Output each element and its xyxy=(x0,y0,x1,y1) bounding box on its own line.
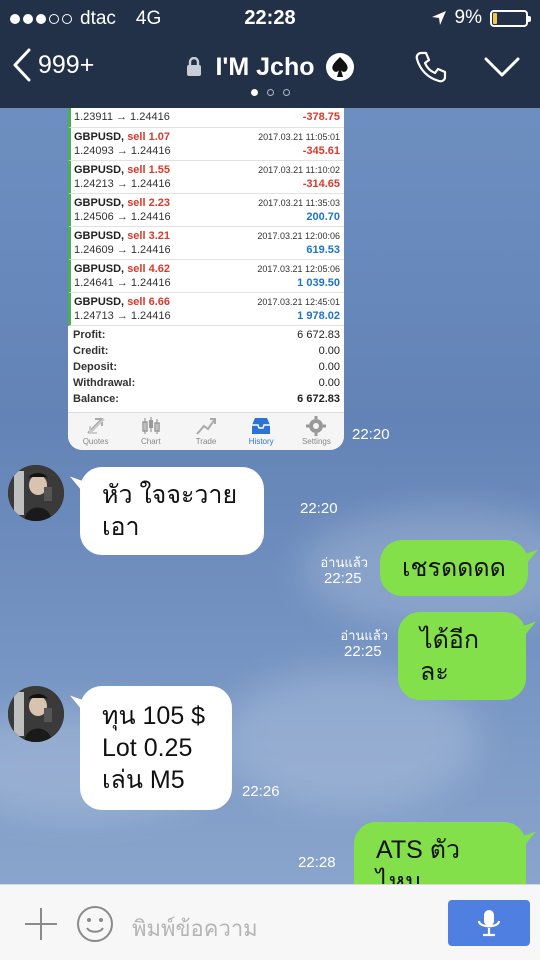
message-input-bar: พิมพ์ข้อความ xyxy=(0,884,540,960)
trade-date: 2017.03.21 12:05:06 xyxy=(257,264,340,274)
summary-row: Deposit: 0.00 xyxy=(73,361,340,373)
app-tab-bar: Quotes Chart Trade History Settings xyxy=(68,412,344,450)
message-line: Lot 0.25 xyxy=(102,734,193,762)
shared-screenshot[interactable]: 1.23911 → 1.24416 -378.75 GBPUSD, sell 1… xyxy=(68,108,344,450)
trade-row: GBPUSD, sell 3.21 2017.03.21 12:00:06 1.… xyxy=(68,227,344,260)
message-time: 22:25 xyxy=(344,643,382,660)
trade-symbol: GBPUSD, sell 6.66 xyxy=(74,296,171,308)
tab-quotes: Quotes xyxy=(68,413,123,450)
battery-icon xyxy=(490,9,531,27)
trade-symbol: GBPUSD, sell 1.55 xyxy=(74,164,171,176)
phone-icon xyxy=(415,51,447,83)
message-time: 22:25 xyxy=(324,570,362,587)
trade-row: GBPUSD, sell 2.23 2017.03.21 11:35:03 1.… xyxy=(68,194,344,227)
battery-percent: 9% xyxy=(454,7,482,28)
summary-row: Balance: 6 672.83 xyxy=(73,393,340,405)
profile-photo-icon xyxy=(8,686,64,742)
account-summary: Profit: 6 672.83 Credit: 0.00 Deposit: 0.00… xyxy=(68,326,344,409)
avatar[interactable] xyxy=(8,465,64,521)
trade-date: 2017.03.21 11:35:03 xyxy=(258,198,340,208)
trade-icon xyxy=(196,418,216,435)
chat-title-text: I'M Jcho xyxy=(215,52,315,81)
trade-pnl: 619.53 xyxy=(306,244,340,256)
message-time: 22:26 xyxy=(242,783,280,800)
trade-price: 1.23911 → 1.24416 xyxy=(74,111,170,123)
message-line: เล่น M5 xyxy=(102,766,185,794)
trade-price: 1.24506 → 1.24416 xyxy=(74,211,171,223)
menu-toggle-button[interactable] xyxy=(484,56,520,83)
outgoing-message[interactable]: เชรดดดด xyxy=(380,540,528,596)
trade-date: 2017.03.21 12:00:06 xyxy=(257,231,340,241)
trade-symbol: GBPUSD, sell 1.07 xyxy=(74,131,171,143)
status-right: 9% xyxy=(431,7,531,29)
emoji-icon xyxy=(77,906,113,942)
chat-area[interactable]: 1.23911 → 1.24416 -378.75 GBPUSD, sell 1… xyxy=(0,108,540,884)
summary-row: Withdrawal: 0.00 xyxy=(73,377,340,389)
trade-price: 1.24713 → 1.24416 xyxy=(74,310,171,322)
tab-trade: Trade xyxy=(178,413,233,450)
summary-row: Profit: 6 672.83 xyxy=(73,329,340,341)
call-button[interactable] xyxy=(414,50,448,89)
trade-date: 2017.03.21 12:45:01 xyxy=(257,297,340,307)
trade-price: 1.24641 → 1.24416 xyxy=(74,277,171,289)
location-arrow-icon xyxy=(431,11,446,25)
lock-icon xyxy=(186,57,201,77)
header: dtac 4G 22:28 9% 999+ I'M Jcho xyxy=(0,0,540,108)
history-icon xyxy=(252,418,271,434)
status-bar: dtac 4G 22:28 9% xyxy=(0,0,540,38)
tab-history: History xyxy=(234,413,289,450)
outgoing-message[interactable]: ได้อีกละ xyxy=(398,612,526,700)
message-input[interactable]: พิมพ์ข้อความ xyxy=(132,911,258,946)
trade-symbol: GBPUSD, sell 2.23 xyxy=(74,197,171,209)
incoming-message[interactable]: หัว ใจจะวายเอา xyxy=(80,467,264,555)
trade-row: GBPUSD, sell 1.07 2017.03.21 11:05:01 1.… xyxy=(68,128,344,161)
trade-pnl: 200.70 xyxy=(306,211,340,223)
trade-price: 1.24609 → 1.24416 xyxy=(74,244,171,256)
summary-row: Credit: 0.00 xyxy=(73,345,340,357)
outgoing-message[interactable]: ATS ตัวไหน xyxy=(354,822,526,884)
nav-bar: 999+ I'M Jcho xyxy=(0,38,540,108)
page-dot xyxy=(250,89,258,96)
trade-row: 1.23911 → 1.24416 -378.75 xyxy=(68,108,344,128)
trade-pnl: -378.75 xyxy=(302,111,340,123)
trade-row: GBPUSD, sell 6.66 2017.03.21 12:45:01 1.… xyxy=(68,293,344,326)
message-time: 22:28 xyxy=(298,854,336,871)
gear-icon xyxy=(306,416,327,436)
trade-price: 1.24213 → 1.24416 xyxy=(74,178,171,190)
add-attachment-button[interactable] xyxy=(24,907,58,946)
plus-icon xyxy=(25,908,57,940)
emoji-button[interactable] xyxy=(76,905,114,948)
voice-message-button[interactable] xyxy=(448,900,530,946)
trade-pnl: -314.65 xyxy=(302,178,340,190)
page-indicator xyxy=(0,89,540,96)
incoming-message[interactable]: ทุน 105 $ Lot 0.25 เล่น M5 xyxy=(80,686,232,810)
chart-icon xyxy=(142,417,160,434)
page-dot xyxy=(266,89,274,96)
trade-symbol: GBPUSD, sell 4.62 xyxy=(74,263,171,275)
trade-row: GBPUSD, sell 1.55 2017.03.21 11:10:02 1.… xyxy=(68,161,344,194)
trade-pnl: 1 039.50 xyxy=(297,277,340,289)
avatar[interactable] xyxy=(8,686,64,742)
message-line: ทุน 105 $ xyxy=(102,702,206,730)
message-time: 22:20 xyxy=(352,426,390,443)
trade-symbol: GBPUSD, sell 3.21 xyxy=(74,230,171,242)
chevron-down-icon xyxy=(484,57,520,77)
message-time: 22:20 xyxy=(300,500,338,517)
tab-chart: Chart xyxy=(123,413,178,450)
chat-title[interactable]: I'M Jcho xyxy=(0,52,540,82)
microphone-icon xyxy=(477,910,501,937)
trade-date: 2017.03.21 11:05:01 xyxy=(258,132,340,142)
trade-pnl: 1 978.02 xyxy=(297,310,340,322)
quotes-icon xyxy=(86,418,105,434)
trade-price: 1.24093 → 1.24416 xyxy=(74,145,171,157)
tab-settings: Settings xyxy=(289,413,344,450)
trade-date: 2017.03.21 11:10:02 xyxy=(258,165,340,175)
trade-row: GBPUSD, sell 4.62 2017.03.21 12:05:06 1.… xyxy=(68,260,344,293)
page-dot xyxy=(282,89,290,96)
profile-photo-icon xyxy=(8,465,64,521)
trade-pnl: -345.61 xyxy=(302,145,340,157)
spade-icon xyxy=(326,53,355,82)
